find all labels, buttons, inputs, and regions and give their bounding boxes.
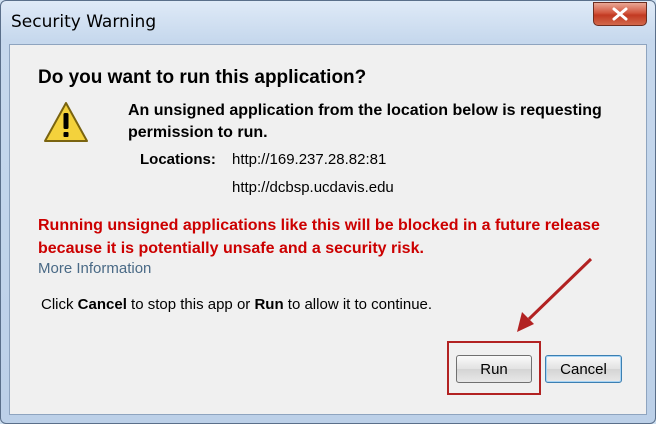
instruction-part: Click — [41, 296, 78, 313]
dialog-body: Do you want to run this application? An … — [9, 44, 647, 415]
dialog-heading: Do you want to run this application? — [38, 67, 367, 88]
warning-icon — [44, 102, 88, 142]
cancel-button[interactable]: Cancel — [545, 355, 622, 383]
window-title: Security Warning — [11, 12, 157, 32]
instruction-part: to allow it to continue. — [283, 296, 433, 313]
close-button[interactable] — [593, 2, 647, 26]
location-value: http://169.237.28.82:81 — [232, 151, 387, 168]
location-value: http://dcbsp.ucdavis.edu — [232, 179, 394, 196]
close-icon — [612, 7, 628, 21]
locations-label: Locations: — [140, 151, 216, 168]
instruction-text: Click Cancel to stop this app or Run to … — [41, 296, 432, 313]
title-bar[interactable]: Security Warning — [1, 1, 655, 45]
security-warning-window: Security Warning Do you want to run this… — [0, 0, 656, 424]
more-information-link[interactable]: More Information — [38, 260, 151, 277]
dialog-message: An unsigned application from the locatio… — [128, 102, 602, 141]
instruction-cancel-word: Cancel — [77, 296, 127, 313]
instruction-run-word: Run — [254, 296, 284, 313]
unsigned-warning-text: Running unsigned applications like this … — [38, 217, 600, 257]
instruction-part: to stop this app or — [126, 296, 255, 313]
run-button[interactable]: Run — [456, 355, 532, 383]
